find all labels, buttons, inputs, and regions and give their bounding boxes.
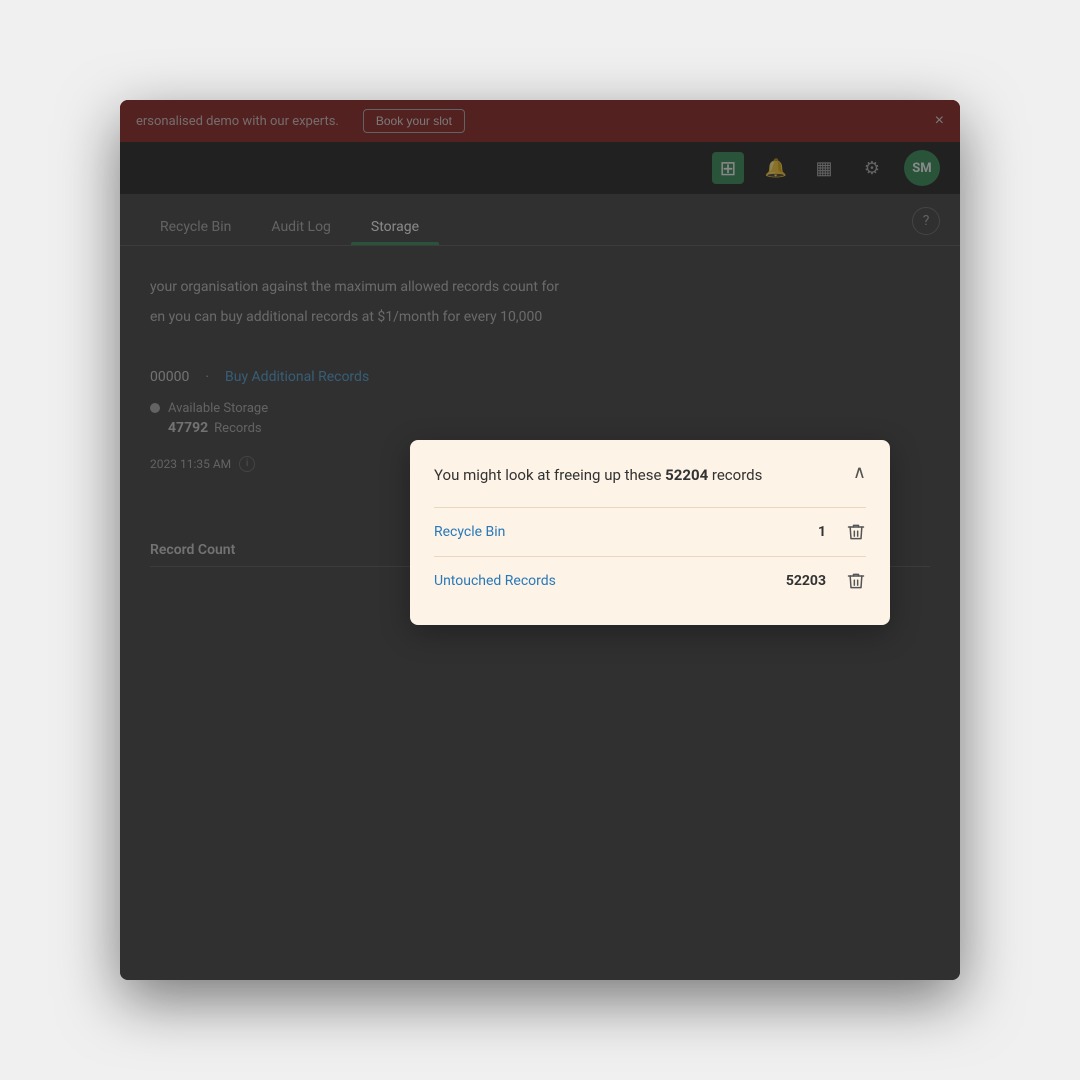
popup-title-prefix: You might look at freeing up these	[434, 466, 665, 484]
popup-card: You might look at freeing up these 52204…	[410, 440, 890, 625]
recycle-bin-delete-button[interactable]	[846, 522, 866, 542]
app-window: ersonalised demo with our experts. Book …	[120, 100, 960, 980]
recycle-bin-row: Recycle Bin 1	[434, 507, 866, 556]
trash-icon	[846, 522, 866, 542]
collapse-button[interactable]: ∧	[853, 462, 866, 483]
untouched-records-delete-button[interactable]	[846, 571, 866, 591]
untouched-records-link[interactable]: Untouched Records	[434, 573, 766, 589]
popup-title: You might look at freeing up these 52204…	[434, 464, 762, 487]
recycle-bin-link[interactable]: Recycle Bin	[434, 524, 766, 540]
popup-title-count: 52204	[665, 466, 708, 484]
recycle-bin-count: 1	[766, 524, 826, 540]
trash-icon-2	[846, 571, 866, 591]
popup-title-suffix: records	[708, 466, 762, 484]
popup-header: You might look at freeing up these 52204…	[434, 464, 866, 487]
untouched-records-row: Untouched Records 52203	[434, 556, 866, 605]
untouched-records-count: 52203	[766, 573, 826, 589]
